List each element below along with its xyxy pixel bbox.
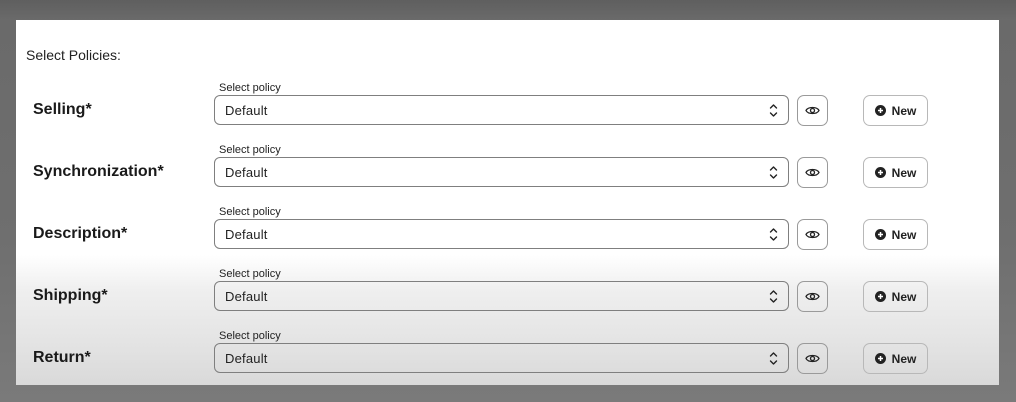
policy-row-selling: Selling* Select policy Default New xyxy=(16,78,999,138)
new-policy-button[interactable]: New xyxy=(863,343,928,374)
select-value: Default xyxy=(225,289,268,304)
select-policy-label: Select policy xyxy=(219,144,281,156)
policy-label: Selling* xyxy=(33,101,92,118)
select-policy-label: Select policy xyxy=(219,206,281,218)
new-button-label: New xyxy=(891,351,917,366)
view-policy-button[interactable] xyxy=(797,95,828,126)
description-policy-select[interactable]: Default xyxy=(214,219,789,249)
policy-label: Synchronization* xyxy=(33,163,164,180)
chevron-updown-icon xyxy=(769,290,778,303)
chevron-updown-icon xyxy=(769,166,778,179)
eye-icon xyxy=(805,168,820,177)
new-button-label: New xyxy=(891,165,917,180)
selling-policy-select[interactable]: Default xyxy=(214,95,789,125)
select-policies-panel: Select Policies: Selling* Select policy … xyxy=(16,20,999,385)
select-policy-label: Select policy xyxy=(219,330,281,342)
view-policy-button[interactable] xyxy=(797,281,828,312)
new-policy-button[interactable]: New xyxy=(863,219,928,250)
new-policy-button[interactable]: New xyxy=(863,157,928,188)
new-button-label: New xyxy=(891,103,917,118)
policy-label: Shipping* xyxy=(33,287,108,304)
section-heading: Select Policies: xyxy=(26,47,121,63)
policy-label: Return* xyxy=(33,349,91,366)
plus-circle-icon xyxy=(874,229,886,240)
policy-row-synchronization: Synchronization* Select policy Default N… xyxy=(16,140,999,200)
view-policy-button[interactable] xyxy=(797,157,828,188)
chevron-updown-icon xyxy=(769,104,778,117)
view-policy-button[interactable] xyxy=(797,343,828,374)
new-button-label: New xyxy=(891,289,917,304)
policy-row-description: Description* Select policy Default New xyxy=(16,202,999,262)
shipping-policy-select[interactable]: Default xyxy=(214,281,789,311)
policy-row-shipping: Shipping* Select policy Default New xyxy=(16,264,999,324)
select-policy-label: Select policy xyxy=(219,82,281,94)
select-value: Default xyxy=(225,227,268,242)
policy-label: Description* xyxy=(33,225,128,242)
select-value: Default xyxy=(225,103,268,118)
chevron-updown-icon xyxy=(769,352,778,365)
plus-circle-icon xyxy=(874,353,886,364)
eye-icon xyxy=(805,230,820,239)
synchronization-policy-select[interactable]: Default xyxy=(214,157,789,187)
plus-circle-icon xyxy=(874,105,886,116)
select-value: Default xyxy=(225,165,268,180)
eye-icon xyxy=(805,354,820,363)
plus-circle-icon xyxy=(874,291,886,302)
select-policy-label: Select policy xyxy=(219,268,281,280)
view-policy-button[interactable] xyxy=(797,219,828,250)
new-policy-button[interactable]: New xyxy=(863,95,928,126)
new-button-label: New xyxy=(891,227,917,242)
eye-icon xyxy=(805,106,820,115)
return-policy-select[interactable]: Default xyxy=(214,343,789,373)
select-value: Default xyxy=(225,351,268,366)
chevron-updown-icon xyxy=(769,228,778,241)
new-policy-button[interactable]: New xyxy=(863,281,928,312)
policy-row-return: Return* Select policy Default New xyxy=(16,326,999,386)
plus-circle-icon xyxy=(874,167,886,178)
eye-icon xyxy=(805,292,820,301)
